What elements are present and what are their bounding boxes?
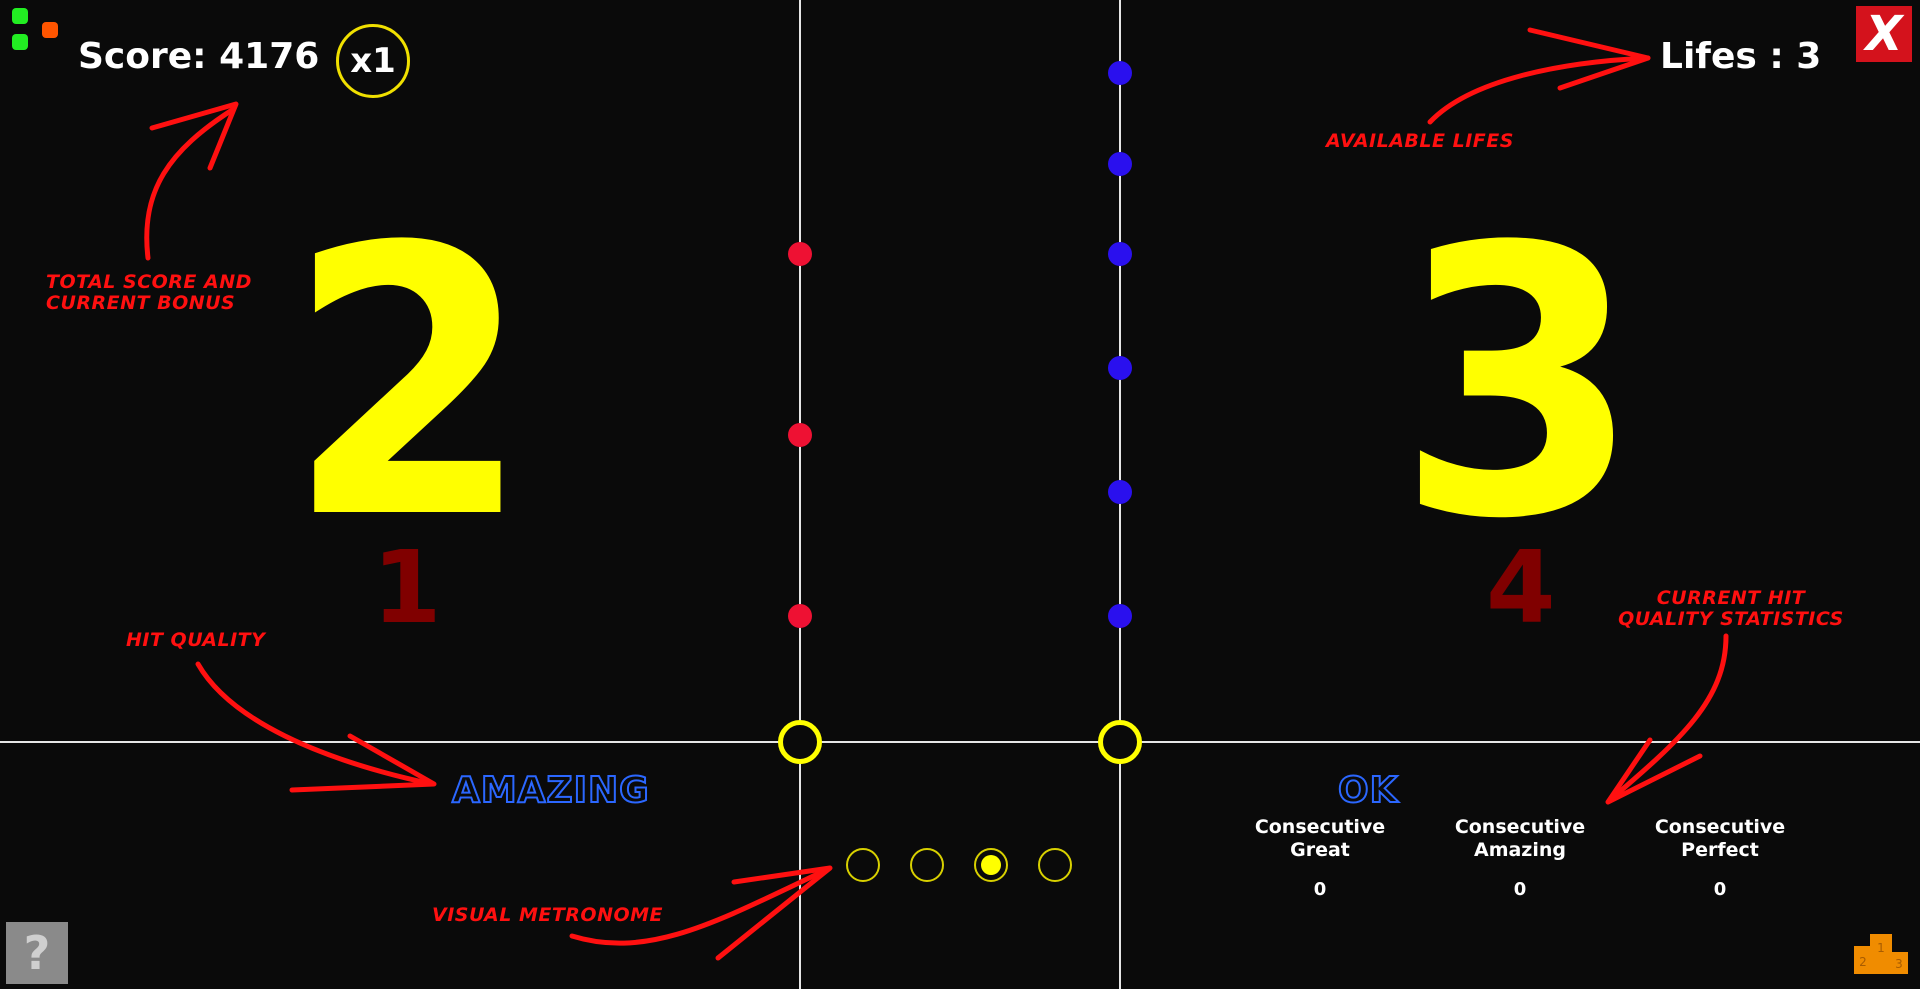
help-button[interactable]: ?: [6, 922, 68, 984]
svg-text:3: 3: [1895, 957, 1903, 971]
help-icon: ?: [23, 926, 51, 980]
svg-text:1: 1: [1877, 941, 1885, 955]
arrowhead-stats: [1605, 737, 1703, 805]
podium-icon[interactable]: 1 2 3: [1852, 930, 1910, 974]
arrow-score: [144, 107, 235, 261]
annotation-arrows: [144, 27, 1729, 961]
arrow-hit-quality: [195, 661, 435, 787]
arrow-metronome: [569, 867, 829, 946]
svg-text:2: 2: [1859, 955, 1867, 969]
